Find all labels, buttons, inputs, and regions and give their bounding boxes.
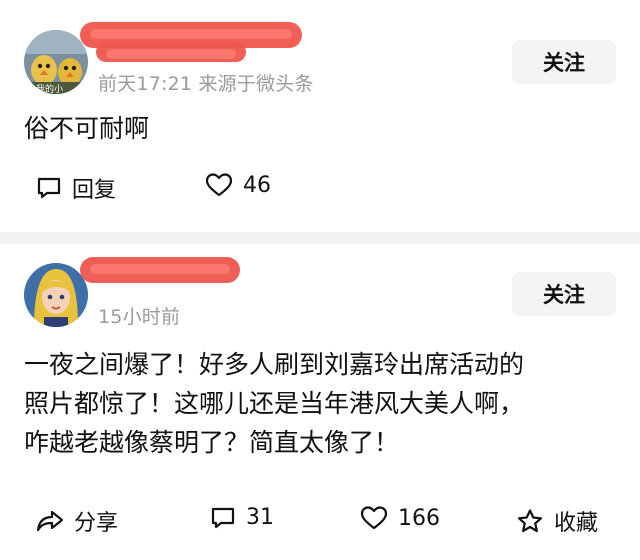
comment-text-line: 咋越老越像蔡明了？简直太像了！ bbox=[24, 428, 400, 457]
svg-text:我的小: 我的小 bbox=[36, 83, 63, 94]
like-button[interactable]: 46 bbox=[205, 172, 271, 198]
comment-bubble-icon bbox=[37, 177, 61, 199]
comment-text: 俗不可耐啊 bbox=[24, 114, 150, 143]
favorite-label: 收藏 bbox=[554, 511, 599, 536]
favorite-button[interactable]: 收藏 bbox=[516, 505, 598, 537]
comment-meta: 15小时前 bbox=[98, 306, 181, 328]
share-button[interactable]: 分享 bbox=[36, 505, 118, 537]
comment-card: 15小时前 关注 一夜之间爆了！好多人刷到刘嘉玲出席活动的 照片都惊了！这哪儿还… bbox=[0, 232, 640, 560]
like-button[interactable]: 166 bbox=[360, 505, 440, 531]
heart-icon bbox=[360, 506, 388, 530]
follow-button[interactable]: 关注 bbox=[512, 40, 616, 84]
username-redacted-extra bbox=[96, 42, 246, 62]
comment-card: 我的小 前天17:21 来源于微头条 关注 俗不可耐啊 回复 46 bbox=[0, 0, 640, 232]
share-arrow-icon bbox=[36, 510, 64, 532]
username-redacted[interactable] bbox=[80, 257, 240, 283]
comment-button[interactable]: 31 bbox=[210, 505, 274, 530]
comment-meta: 前天17:21 来源于微头条 bbox=[98, 73, 314, 95]
like-count: 166 bbox=[398, 505, 440, 531]
avatar[interactable] bbox=[24, 263, 88, 327]
star-icon bbox=[517, 509, 543, 533]
reply-label: 回复 bbox=[72, 178, 117, 203]
like-count: 46 bbox=[243, 172, 271, 198]
avatar-image: 我的小 bbox=[24, 30, 88, 94]
follow-button[interactable]: 关注 bbox=[512, 272, 616, 316]
comment-text: 一夜之间爆了！好多人刷到刘嘉玲出席活动的 照片都惊了！这哪儿还是当年港风大美人啊… bbox=[24, 345, 616, 462]
comment-count: 31 bbox=[246, 505, 274, 530]
share-label: 分享 bbox=[74, 511, 119, 536]
reply-button[interactable]: 回复 bbox=[36, 172, 116, 204]
comment-bubble-icon bbox=[211, 507, 235, 528]
avatar[interactable]: 我的小 bbox=[24, 30, 88, 94]
comment-text-line: 一夜之间爆了！好多人刷到刘嘉玲出席活动的 bbox=[24, 350, 525, 379]
comment-text-line: 照片都惊了！这哪儿还是当年港风大美人啊， bbox=[24, 389, 525, 418]
avatar-image bbox=[24, 263, 88, 327]
heart-icon bbox=[205, 173, 233, 197]
